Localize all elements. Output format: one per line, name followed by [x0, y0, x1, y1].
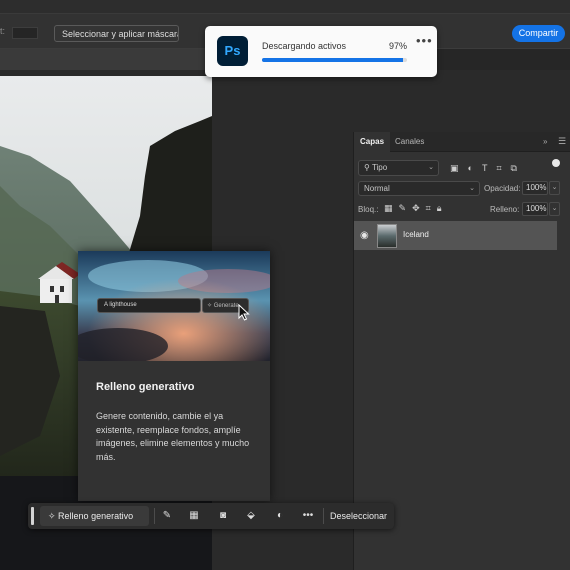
chevron-down-icon[interactable]: ⌄ [549, 202, 560, 216]
brush-icon[interactable]: ✎ [160, 509, 174, 523]
lock-all-icon[interactable]: 🔒︎ [437, 203, 442, 214]
shape-filter-icon[interactable]: ⌗ [496, 163, 501, 174]
layer-row[interactable]: ◉ Iceland [354, 221, 557, 250]
photoshop-logo: Ps [217, 36, 248, 66]
tab-layers[interactable]: Capas [354, 132, 391, 152]
card-title: Relleno generativo [96, 381, 195, 393]
chevron-down-icon: ⌄ [469, 185, 475, 192]
option-field[interactable] [12, 27, 38, 39]
tab-channels[interactable]: Canales [389, 132, 430, 152]
lock-transparency-icon[interactable]: ▦ [384, 203, 393, 214]
chevron-down-icon: ⌄ [428, 164, 434, 171]
lock-brush-icon[interactable]: ✎ [399, 203, 407, 214]
lock-label: Bloq.: [358, 205, 379, 214]
layer-name: Iceland [403, 230, 429, 239]
panel-menu-icon[interactable]: ☰ [558, 136, 566, 147]
deselect-button[interactable]: Deseleccionar [330, 511, 387, 521]
opacity-label: Opacidad: [484, 184, 521, 193]
fill-field[interactable]: 100% [522, 202, 548, 216]
transparency-icon[interactable]: ▦ [187, 509, 201, 523]
ellipsis-icon[interactable]: ••• [301, 509, 315, 523]
download-percent: 97% [389, 41, 408, 51]
blend-mode-value: Normal [364, 184, 390, 193]
download-label: Descargando activos [262, 41, 347, 51]
type-filter-icon[interactable]: T [482, 163, 488, 173]
share-button[interactable]: Compartir [512, 25, 565, 42]
mouse-cursor-icon [238, 304, 250, 321]
filter-kind-select[interactable]: ⚲ Tipo ⌄ [358, 160, 439, 176]
select-and-mask-button[interactable]: Seleccionar y aplicar máscara... [54, 25, 179, 42]
panel-tabs: Capas Canales » ☰ [354, 132, 570, 152]
mask-icon[interactable]: ◙ [216, 509, 230, 523]
pixel-filter-icon[interactable]: ▣ [450, 163, 459, 174]
prompt-input[interactable]: A lighthouse [97, 298, 201, 313]
lock-position-icon[interactable]: ✥ [412, 203, 420, 214]
sparkle-icon: ✧ [48, 511, 59, 521]
document-tab[interactable] [0, 49, 210, 70]
generative-fill-preview: A lighthouse ✧ Generate [78, 251, 270, 361]
blend-mode-select[interactable]: Normal ⌄ [358, 181, 480, 196]
adjustment-icon[interactable]: ◐ [273, 509, 287, 523]
filter-icons: ▣ ◐ T ⌗ ⧉ [450, 160, 517, 176]
generative-fill-label: Relleno generativo [58, 511, 134, 521]
contextual-taskbar: ✧ Relleno generativo ✎ ▦ ◙ ⬙ ◐ ••• Desel… [28, 503, 394, 529]
sparkle-icon: ✧ [207, 303, 214, 309]
download-progress-bar [262, 58, 407, 62]
menu-bar [0, 0, 570, 14]
opacity-field[interactable]: 100% [522, 181, 548, 195]
ellipsis-icon[interactable]: ••• [416, 33, 433, 48]
drag-handle[interactable] [31, 507, 34, 525]
fill-label: Relleno: [490, 205, 520, 214]
search-icon: ⚲ [364, 163, 372, 172]
divider [154, 508, 155, 524]
download-popover: Ps Descargando activos 97% ••• [205, 26, 437, 77]
card-description: Genere contenido, cambie el ya existente… [96, 411, 250, 462]
generative-fill-button[interactable]: ✧ Relleno generativo [40, 506, 149, 526]
filter-toggle[interactable] [552, 159, 560, 167]
paint-bucket-icon[interactable]: ⬙ [244, 509, 258, 523]
generative-fill-card: A lighthouse ✧ Generate Relleno generati… [78, 251, 270, 501]
chevron-down-icon[interactable]: ⌄ [549, 181, 560, 195]
generate-label: Generate [213, 303, 239, 309]
eye-icon[interactable]: ◉ [360, 230, 369, 241]
lock-artboard-icon[interactable]: ⌗ [426, 203, 431, 214]
layer-thumbnail [377, 224, 397, 248]
option-label: t: [0, 26, 6, 36]
lock-icons: ▦ ✎ ✥ ⌗ 🔒︎ [384, 203, 441, 214]
download-progress-fill [262, 58, 403, 62]
smart-object-filter-icon[interactable]: ⧉ [511, 163, 517, 174]
collapse-icon[interactable]: » [543, 137, 547, 146]
filter-kind-value: Tipo [371, 163, 388, 172]
divider [323, 508, 324, 524]
adjustment-filter-icon[interactable]: ◐ [468, 163, 473, 173]
